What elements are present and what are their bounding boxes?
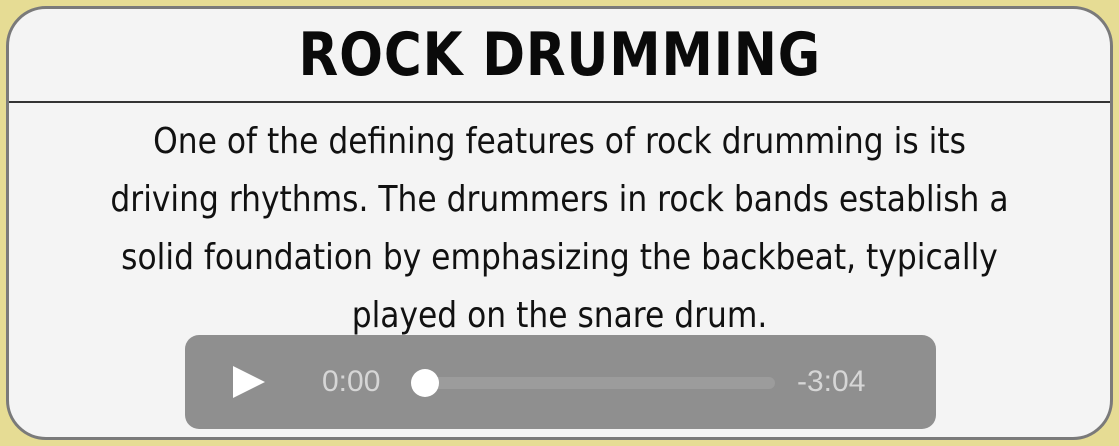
description-line: driving rhythms. The drummers in rock ba… — [110, 179, 1009, 220]
description-line: One of the defining features of rock dru… — [153, 121, 966, 162]
progress-thumb[interactable] — [411, 369, 439, 397]
description-line: solid foundation by emphasizing the back… — [121, 237, 998, 278]
progress-track[interactable] — [427, 377, 775, 389]
remaining-time: -3:04 — [797, 365, 866, 398]
page-title: ROCK DRUMMING — [298, 20, 821, 90]
card-header: ROCK DRUMMING — [9, 9, 1110, 103]
description-text: One of the defining features of rock dru… — [89, 113, 1029, 345]
content-card: ROCK DRUMMING One of the defining featur… — [6, 6, 1113, 440]
play-icon[interactable] — [233, 366, 265, 398]
audio-player: 0:00 -3:04 — [185, 335, 936, 429]
current-time: 0:00 — [322, 365, 381, 398]
